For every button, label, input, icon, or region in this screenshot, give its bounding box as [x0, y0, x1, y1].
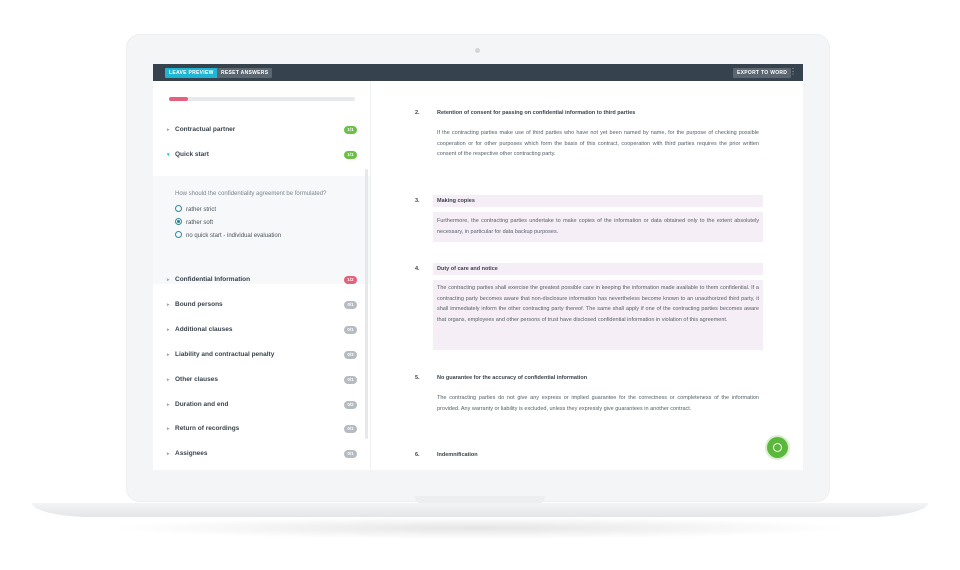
chevron-down-icon: ▾ [167, 152, 170, 158]
option-rather-strict[interactable]: rather strict [175, 205, 216, 213]
clause-number: 4. [415, 266, 420, 272]
status-badge: 1/2 [344, 276, 357, 284]
section-assignees[interactable]: ▸ Assignees 0/1 [167, 448, 357, 460]
status-badge: 0/1 [344, 376, 357, 384]
chat-icon[interactable] [767, 437, 788, 458]
clause-body: The contracting parties shall exercise t… [437, 285, 759, 323]
section-label: Confidential Information [175, 276, 251, 283]
export-to-word-button[interactable]: EXPORT TO WORD [733, 68, 792, 78]
questionnaire-panel: ▸ Contractual partner 1/1 ▾ Quick start … [153, 81, 371, 470]
chevron-right-icon: ▸ [167, 402, 170, 408]
section-label: Contractual partner [175, 126, 236, 133]
clause-title: Indemnification [437, 452, 478, 458]
section-quick-start[interactable]: ▾ Quick start 1/1 [167, 149, 357, 161]
status-badge: 0/1 [344, 425, 357, 433]
clause-number: 5. [415, 375, 420, 381]
section-other-clauses[interactable]: ▸ Other clauses 0/1 [167, 374, 357, 386]
laptop-base [32, 503, 928, 517]
section-duration-and-end[interactable]: ▸ Duration and end 0/2 [167, 399, 357, 411]
clause-body: If the contracting parties make use of t… [437, 130, 759, 157]
chevron-right-icon: ▸ [167, 377, 170, 383]
progress-bar [169, 97, 355, 101]
clause-title: No guarantee for the accuracy of confide… [437, 375, 588, 381]
status-badge: 0/2 [344, 401, 357, 409]
section-label: Bound persons [175, 301, 223, 308]
option-label: rather strict [186, 207, 217, 213]
option-rather-soft[interactable]: rather soft [175, 218, 213, 226]
option-no-quick-start[interactable]: no quick start - individual evaluation [175, 231, 281, 239]
clause-number: 2. [415, 110, 420, 116]
section-liability[interactable]: ▸ Liability and contractual penalty 0/3 [167, 349, 357, 361]
section-label: Assignees [175, 450, 208, 457]
status-badge: 0/1 [344, 301, 357, 309]
scrollbar[interactable] [365, 169, 368, 439]
chevron-right-icon: ▸ [167, 327, 170, 333]
section-additional-clauses[interactable]: ▸ Additional clauses 0/1 [167, 324, 357, 336]
section-label: Return of recordings [175, 425, 240, 432]
chevron-right-icon: ▸ [167, 352, 170, 358]
highlight-title [433, 195, 763, 207]
section-contractual-partner[interactable]: ▸ Contractual partner 1/1 [167, 124, 357, 136]
clause-body: The contracting parties do not give any … [437, 395, 759, 412]
section-confidential-information[interactable]: ▸ Confidential Information 1/2 [167, 274, 357, 286]
quick-start-question: How should the confidentiality agreement… [175, 191, 327, 197]
leave-preview-button[interactable]: LEAVE PREVIEW [165, 68, 218, 78]
section-label: Duration and end [175, 401, 229, 408]
option-label: no quick start - individual evaluation [186, 233, 282, 239]
chevron-right-icon: ▸ [167, 426, 170, 432]
status-badge: 0/3 [344, 351, 357, 359]
camera-icon [475, 48, 480, 53]
chevron-right-icon: ▸ [167, 451, 170, 457]
reset-answers-button[interactable]: RESET ANSWERS [217, 68, 273, 78]
clause-number: 3. [415, 198, 420, 204]
status-badge: 0/1 [344, 450, 357, 458]
clause-title: Making copies [437, 198, 475, 204]
laptop-shadow [110, 517, 850, 539]
radio-selected-icon[interactable] [175, 218, 182, 225]
section-label: Additional clauses [175, 326, 233, 333]
chevron-right-icon: ▸ [167, 277, 170, 283]
chevron-right-icon: ▸ [167, 127, 170, 133]
document-preview: 2. Retention of consent for passing on c… [371, 81, 803, 470]
section-return-of-recordings[interactable]: ▸ Return of recordings 0/1 [167, 423, 357, 435]
more-options-icon[interactable]: ⋮ [789, 67, 797, 77]
app-screen: LEAVE PREVIEW RESET ANSWERS EXPORT TO WO… [153, 64, 803, 470]
section-label: Quick start [175, 151, 209, 158]
clause-title: Duty of care and notice [437, 266, 498, 272]
radio-icon[interactable] [175, 205, 182, 212]
clause-body: Furthermore, the contracting parties und… [437, 218, 759, 235]
toolbar: LEAVE PREVIEW RESET ANSWERS EXPORT TO WO… [153, 64, 803, 81]
section-label: Other clauses [175, 376, 218, 383]
status-badge: 1/1 [344, 151, 357, 159]
chevron-right-icon: ▸ [167, 302, 170, 308]
section-label: Liability and contractual penalty [175, 351, 275, 358]
section-bound-persons[interactable]: ▸ Bound persons 0/1 [167, 299, 357, 311]
progress-bar-fill [169, 97, 188, 101]
clause-title: Retention of consent for passing on conf… [437, 110, 636, 116]
status-badge: 1/1 [344, 126, 357, 134]
radio-icon[interactable] [175, 231, 182, 238]
status-badge: 0/1 [344, 326, 357, 334]
option-label: rather soft [186, 220, 214, 226]
clause-number: 6. [415, 452, 420, 458]
